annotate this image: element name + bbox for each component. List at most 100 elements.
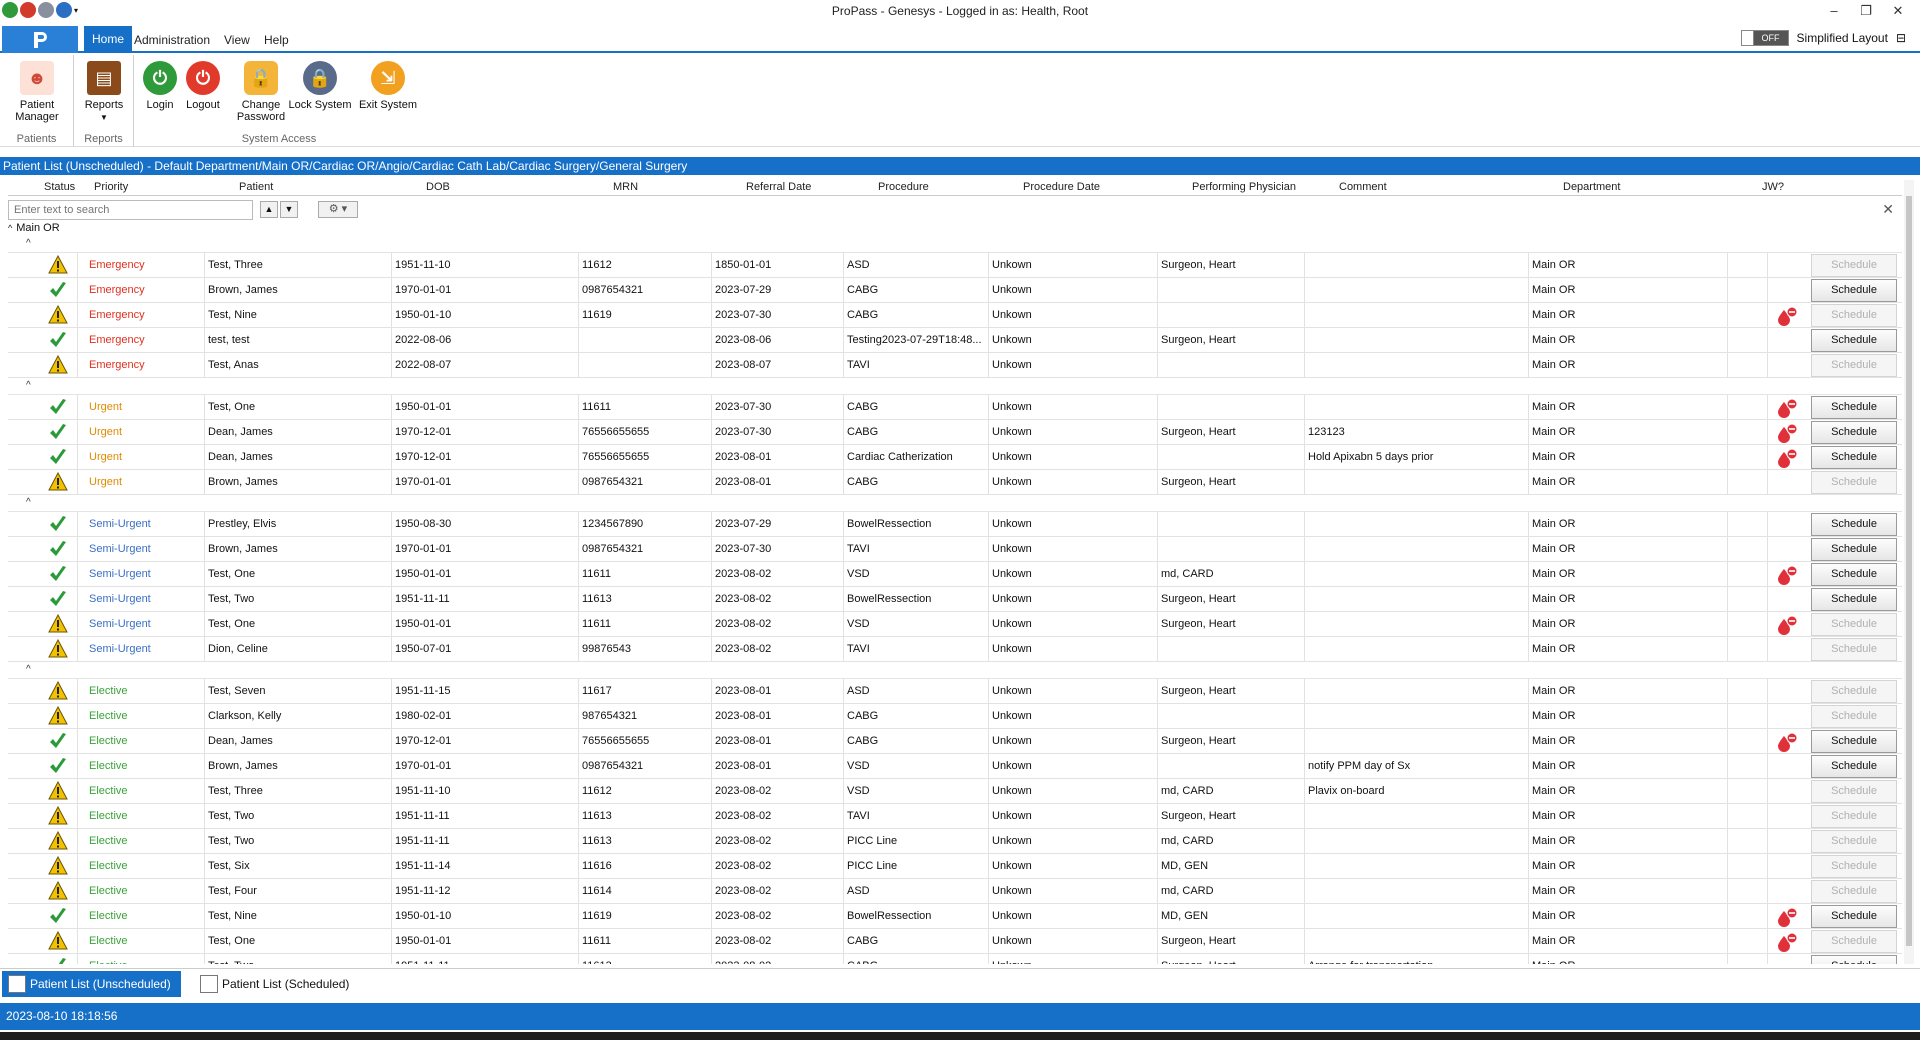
app-menu-button[interactable] — [2, 26, 78, 53]
group-separator[interactable]: ^ — [8, 495, 1902, 512]
search-next-button[interactable]: ▼ — [280, 201, 298, 218]
schedule-button[interactable]: Schedule — [1811, 613, 1897, 636]
schedule-button[interactable]: Schedule — [1811, 354, 1897, 377]
col-department[interactable]: Department — [1563, 181, 1620, 193]
search-options-button[interactable]: ⚙ ▾ — [318, 201, 358, 218]
table-row[interactable]: Emergency Test, Anas 2022-08-07 2023-08-07 T… — [8, 353, 1902, 378]
patient-manager-button[interactable]: ☻ Patient Manager — [4, 61, 70, 123]
table-row[interactable]: Elective Test, One 1950-01-01 11611 2023-08-… — [8, 929, 1902, 954]
search-input[interactable] — [8, 200, 253, 220]
table-row[interactable]: Semi-Urgent Prestley, Elvis 1950-08-30 1234… — [8, 512, 1902, 537]
table-row[interactable]: Elective Test, Four 1951-11-12 11614 2023-08… — [8, 879, 1902, 904]
group-header-main-or[interactable]: ^ Main OR — [8, 222, 60, 234]
table-row[interactable]: Elective Test, Three 1951-11-10 11612 2023-0… — [8, 779, 1902, 804]
schedule-button[interactable]: Schedule — [1811, 421, 1897, 444]
col-patient[interactable]: Patient — [239, 181, 273, 193]
table-row[interactable]: Urgent Dean, James 1970-12-01 76556655655 20… — [8, 420, 1902, 445]
table-row[interactable]: Elective Test, Seven 1951-11-15 11617 2023-0… — [8, 679, 1902, 704]
lock-system-button[interactable]: 🔒 Lock System — [282, 61, 358, 111]
group-separator[interactable]: ^ — [8, 378, 1902, 395]
schedule-button[interactable]: Schedule — [1811, 304, 1897, 327]
col-procedure[interactable]: Procedure — [878, 181, 929, 193]
cell-procedure: Testing2023-07-29T18:48... — [844, 328, 989, 353]
table-row[interactable]: Urgent Brown, James 1970-01-01 0987654321 20… — [8, 470, 1902, 495]
schedule-button[interactable]: Schedule — [1811, 446, 1897, 469]
schedule-button[interactable]: Schedule — [1811, 329, 1897, 352]
schedule-button[interactable]: Schedule — [1811, 805, 1897, 828]
schedule-button[interactable]: Schedule — [1811, 930, 1897, 953]
restore-button[interactable]: ❐ — [1850, 0, 1882, 22]
table-row[interactable]: Semi-Urgent Test, Two 1951-11-11 11613 2023-… — [8, 587, 1902, 612]
schedule-button[interactable]: Schedule — [1811, 471, 1897, 494]
col-priority[interactable]: Priority — [94, 181, 128, 193]
table-row[interactable]: Urgent Dean, James 1970-12-01 76556655655 20… — [8, 445, 1902, 470]
exit-system-button[interactable]: ⇲ Exit System — [352, 61, 424, 111]
tab-administration[interactable]: Administration — [126, 30, 218, 53]
tab-help[interactable]: Help — [256, 30, 297, 53]
schedule-button[interactable]: Schedule — [1811, 680, 1897, 703]
schedule-button[interactable]: Schedule — [1811, 254, 1897, 277]
simplified-layout-toggle[interactable]: OFF — [1740, 30, 1789, 46]
collapse-caret-icon[interactable]: ^ — [26, 497, 31, 508]
reports-button[interactable]: ▤ Reports ▼ — [78, 61, 130, 124]
table-row[interactable]: Emergency Brown, James 1970-01-01 098765432… — [8, 278, 1902, 303]
table-row[interactable]: ElectiveTest, Two1951-11-11116132023-08-… — [8, 829, 1902, 854]
table-row[interactable]: Elective Clarkson, Kelly 1980-02-01 9876543… — [8, 704, 1902, 729]
schedule-button[interactable]: Schedule — [1811, 780, 1897, 803]
schedule-button[interactable]: Schedule — [1811, 638, 1897, 661]
table-row[interactable]: Semi-Urgent Test, One 1950-01-01 11611 2023-… — [8, 612, 1902, 637]
tab-home[interactable]: Home — [84, 26, 133, 53]
col-referral-date[interactable]: Referral Date — [746, 181, 811, 193]
schedule-button[interactable]: Schedule — [1811, 730, 1897, 753]
col-dob[interactable]: DOB — [426, 181, 450, 193]
col-status[interactable]: Status — [44, 181, 75, 193]
collapse-caret-icon[interactable]: ^ — [26, 380, 31, 391]
ribbon-collapse-icon[interactable]: ⊟ — [1896, 31, 1906, 45]
table-row[interactable]: Elective Brown, James 1970-01-01 0987654321… — [8, 754, 1902, 779]
tab-patient-list-unscheduled[interactable]: Patient List (Unscheduled) — [2, 971, 181, 997]
close-button[interactable]: ✕ — [1882, 0, 1914, 22]
schedule-button[interactable]: Schedule — [1811, 588, 1897, 611]
schedule-button[interactable]: Schedule — [1811, 830, 1897, 853]
table-row[interactable]: Emergency Test, Three 1951-11-10 11612 1850-… — [8, 253, 1902, 278]
schedule-button[interactable]: Schedule — [1811, 905, 1897, 928]
col-mrn[interactable]: MRN — [613, 181, 638, 193]
logout-button[interactable]: ⏻ Logout — [180, 61, 226, 111]
table-row[interactable]: Elective Dean, James 1970-12-01 76556655655… — [8, 729, 1902, 754]
search-close-icon[interactable]: ✕ — [1882, 201, 1894, 218]
col-jw[interactable]: JW? — [1762, 181, 1784, 193]
table-row[interactable]: Emergency Test, Nine 1950-01-10 11619 2023-0… — [8, 303, 1902, 328]
schedule-button[interactable]: Schedule — [1811, 755, 1897, 778]
table-row[interactable]: Elective Test, Six 1951-11-14 11616 2023-08-… — [8, 854, 1902, 879]
schedule-button[interactable]: Schedule — [1811, 538, 1897, 561]
schedule-button[interactable]: Schedule — [1811, 855, 1897, 878]
col-comment[interactable]: Comment — [1339, 181, 1387, 193]
table-row[interactable]: Semi-Urgent Test, One 1950-01-01 11611 2023-… — [8, 562, 1902, 587]
schedule-button[interactable]: Schedule — [1811, 563, 1897, 586]
group-separator[interactable]: ^ — [8, 236, 1902, 253]
collapse-caret-icon[interactable]: ^ — [26, 238, 31, 249]
tab-view[interactable]: View — [216, 30, 258, 53]
table-row[interactable]: Urgent Test, One 1950-01-01 11611 2023-07-30… — [8, 395, 1902, 420]
table-row[interactable]: Elective Test, Nine 1950-01-10 11619 2023-08… — [8, 904, 1902, 929]
schedule-button[interactable]: Schedule — [1811, 705, 1897, 728]
minimize-button[interactable]: – — [1818, 0, 1850, 22]
schedule-button[interactable]: Schedule — [1811, 880, 1897, 903]
col-procedure-date[interactable]: Procedure Date — [1023, 181, 1100, 193]
schedule-button[interactable]: Schedule — [1811, 279, 1897, 302]
table-row[interactable]: Emergency test, test 2022-08-06 2023-08-06 T… — [8, 328, 1902, 353]
search-prev-button[interactable]: ▲ — [260, 201, 278, 218]
group-separator[interactable]: ^ — [8, 662, 1902, 679]
login-button[interactable]: ⏻ Login — [140, 61, 180, 111]
schedule-button[interactable]: Schedule — [1811, 513, 1897, 536]
table-row[interactable]: Semi-Urgent Brown, James 1970-01-01 0987654… — [8, 537, 1902, 562]
vertical-scrollbar[interactable] — [1904, 180, 1914, 964]
schedule-button[interactable]: Schedule — [1811, 955, 1897, 964]
schedule-button[interactable]: Schedule — [1811, 396, 1897, 419]
table-row[interactable]: ElectiveTest, Two1951-11-11116132023-08-… — [8, 954, 1902, 964]
col-performing-physician[interactable]: Performing Physician — [1192, 181, 1296, 193]
table-row[interactable]: Semi-Urgent Dion, Celine 1950-07-01 9987654… — [8, 637, 1902, 662]
table-row[interactable]: ElectiveTest, Two1951-11-11116132023-08-… — [8, 804, 1902, 829]
tab-patient-list-scheduled[interactable]: Patient List (Scheduled) — [194, 971, 359, 997]
collapse-caret-icon[interactable]: ^ — [26, 664, 31, 675]
